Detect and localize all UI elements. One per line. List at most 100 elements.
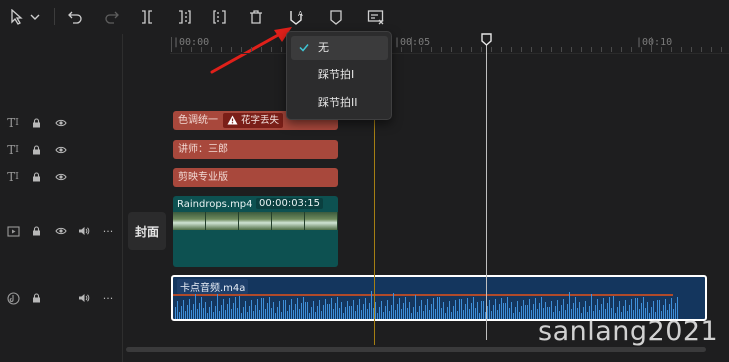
ruler-tick <box>461 47 462 52</box>
ruler-tick <box>281 47 282 52</box>
lock-icon[interactable] <box>28 113 44 133</box>
ruler-tick <box>711 47 712 52</box>
freeze-frame-icon[interactable] <box>366 7 386 27</box>
ruler-tick <box>611 47 612 52</box>
audio-clip[interactable]: 卡点音频.m4a <box>171 275 707 321</box>
ruler-tick <box>651 37 652 52</box>
more-icon[interactable]: ··· <box>100 288 116 308</box>
video-clip-name: Raindrops.mp4 <box>177 199 253 210</box>
video-thumbnail <box>305 212 338 230</box>
menu-item-none[interactable]: 无 <box>291 36 388 60</box>
ruler-tick <box>501 47 502 52</box>
ruler-tick <box>601 47 602 52</box>
more-icon[interactable]: ··· <box>100 221 116 241</box>
menu-item-beat-1[interactable]: 踩节拍I <box>291 63 388 87</box>
auto-beat-menu: 无 踩节拍I 踩节拍II <box>286 31 392 120</box>
ruler-tick <box>451 47 452 52</box>
menu-item-label: 踩节拍I <box>318 68 355 81</box>
ruler-tick <box>401 47 402 52</box>
select-cursor-icon[interactable] <box>7 7 27 27</box>
ruler-tick <box>511 47 512 52</box>
lock-icon[interactable] <box>28 288 44 308</box>
lock-icon[interactable] <box>28 167 44 187</box>
lock-icon[interactable] <box>28 140 44 160</box>
clip-label: 剪映专业版 <box>178 172 228 183</box>
ruler-tick <box>171 37 172 52</box>
video-thumbnail <box>272 212 305 230</box>
text-track-header: TI <box>0 167 123 187</box>
ruler-tick <box>431 47 432 52</box>
video-track-header: ··· <box>0 221 123 241</box>
trim-left-icon[interactable] <box>174 7 194 27</box>
time-ruler[interactable]: |00:00 |00:05 |00:10 <box>170 34 729 54</box>
playhead-handle-icon[interactable] <box>481 33 492 46</box>
menu-item-beat-2[interactable]: 踩节拍II <box>291 91 388 115</box>
ruler-tick <box>491 47 492 52</box>
audio-clip-name: 卡点音频.m4a <box>177 279 249 294</box>
audio-waveform <box>173 291 678 319</box>
redo-icon[interactable] <box>102 7 122 27</box>
split-icon[interactable] <box>137 7 157 27</box>
ruler-tick <box>631 47 632 52</box>
warning-text: 花字丢失 <box>241 115 280 126</box>
eye-icon[interactable] <box>53 167 69 187</box>
ruler-tick <box>591 47 592 52</box>
ruler-tick <box>721 47 722 52</box>
text-track-icon: TI <box>7 143 19 157</box>
audio-track-header: ··· <box>0 288 123 308</box>
ruler-tick <box>541 47 542 52</box>
clip-label: 色调统一 <box>178 115 218 126</box>
volume-icon[interactable] <box>76 221 92 241</box>
scrollbar-thumb[interactable] <box>126 347 706 352</box>
ruler-tick <box>261 47 262 52</box>
ruler-tick <box>241 47 242 52</box>
text-track-icon: TI <box>7 116 19 130</box>
ruler-tick <box>471 47 472 52</box>
eye-icon[interactable] <box>53 113 69 133</box>
ruler-tick <box>251 47 252 52</box>
video-thumbnail <box>206 212 239 230</box>
lock-icon[interactable] <box>28 221 44 241</box>
timeline-toolbar: A <box>0 0 729 34</box>
undo-icon[interactable] <box>65 7 85 27</box>
ruler-tick <box>671 47 672 52</box>
ruler-tick <box>421 47 422 52</box>
ruler-tick <box>191 47 192 52</box>
text-track-header: TI <box>0 140 123 160</box>
audio-track-icon <box>5 288 21 308</box>
video-clip[interactable]: Raindrops.mp4 00:00:03:15 <box>173 196 338 267</box>
ruler-tick <box>411 37 412 52</box>
ruler-tick <box>561 47 562 52</box>
video-track-icon <box>5 221 21 241</box>
playhead-line[interactable] <box>486 34 487 340</box>
video-clip-duration: 00:00:03:15 <box>256 198 324 209</box>
ruler-tick <box>271 47 272 52</box>
text-track-header: TI <box>0 113 123 133</box>
ruler-tick <box>701 47 702 52</box>
eye-icon[interactable] <box>53 140 69 160</box>
cover-button[interactable]: 封面 <box>128 212 166 250</box>
text-clip[interactable]: 讲师：三郎 <box>173 140 338 159</box>
toolbar-divider <box>54 8 55 25</box>
ruler-tick <box>211 47 212 52</box>
track-header-column: TI TI TI ··· ··· <box>0 34 123 362</box>
editor-timeline: A TI TI TI ··· ··· |00:00 |00:05 |00:10 … <box>0 0 729 362</box>
ruler-tick <box>581 47 582 52</box>
video-thumbnails <box>173 212 338 230</box>
eye-icon[interactable] <box>53 221 69 241</box>
ruler-tick <box>231 47 232 52</box>
ruler-label: |00:05 <box>394 37 431 48</box>
ruler-tick <box>661 47 662 52</box>
marker-icon[interactable] <box>326 7 346 27</box>
ruler-tick <box>551 47 552 52</box>
ruler-tick <box>621 47 622 52</box>
ruler-tick <box>441 47 442 52</box>
chevron-down-icon[interactable] <box>28 7 42 27</box>
ruler-tick <box>641 47 642 52</box>
text-clip[interactable]: 剪映专业版 <box>173 168 338 187</box>
check-icon <box>299 44 309 52</box>
ruler-tick <box>521 47 522 52</box>
svg-text:A: A <box>298 10 303 18</box>
ruler-tick <box>691 47 692 52</box>
volume-icon[interactable] <box>76 288 92 308</box>
